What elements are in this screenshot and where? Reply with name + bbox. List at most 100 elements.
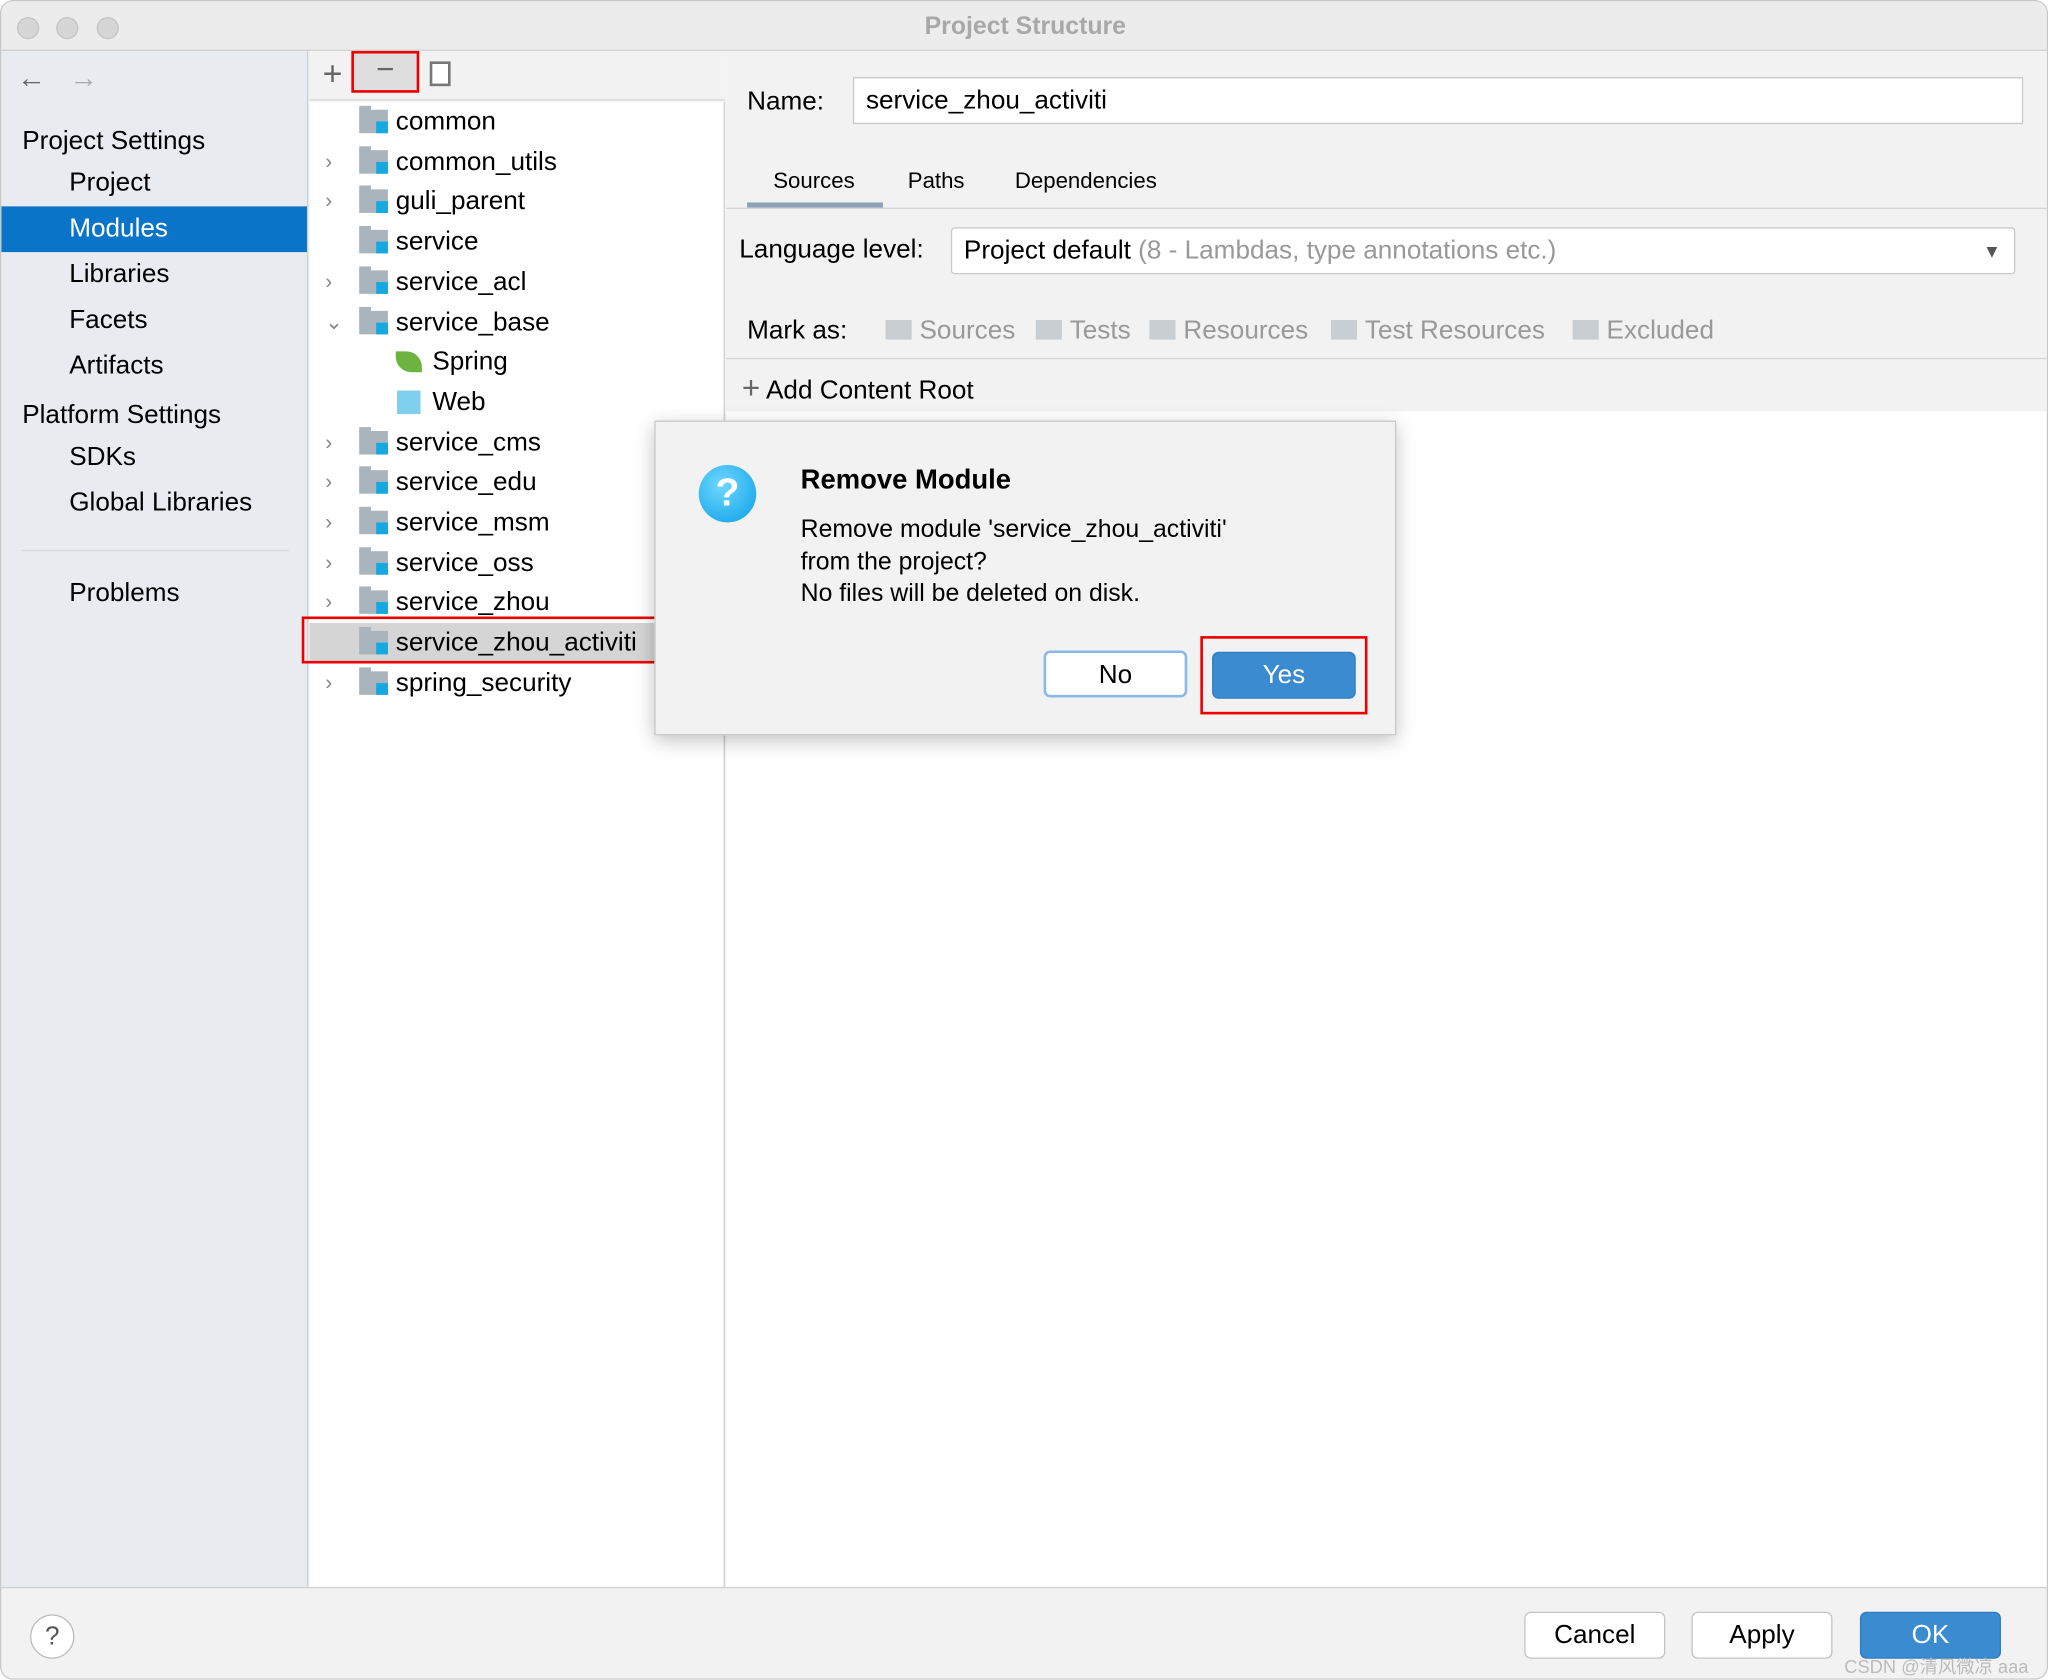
mark-excluded-button[interactable]: Excluded bbox=[1572, 316, 1714, 346]
title-bar: Project Structure bbox=[1, 1, 2047, 51]
sidebar-item-sdks[interactable]: SDKs bbox=[1, 435, 307, 481]
spring-leaf-icon bbox=[395, 351, 422, 373]
tree-item[interactable]: › guli_parent bbox=[310, 182, 725, 222]
tree-item[interactable]: Web bbox=[310, 383, 725, 423]
mark-as-label: Mark as: bbox=[747, 316, 848, 345]
add-icon[interactable]: + bbox=[323, 54, 343, 94]
tab-dependencies[interactable]: Dependencies bbox=[1015, 168, 1157, 194]
tree-item[interactable]: Spring bbox=[310, 342, 725, 382]
ok-button[interactable]: OK bbox=[1859, 1611, 2001, 1659]
tree-item[interactable]: service bbox=[310, 222, 725, 262]
tree-item-label: service bbox=[395, 227, 479, 257]
folder-icon bbox=[885, 319, 912, 340]
mark-tests-button[interactable]: Tests bbox=[1035, 316, 1131, 346]
module-folder-icon bbox=[359, 506, 388, 535]
module-folder-icon bbox=[359, 426, 388, 454]
sidebar-item-problems[interactable]: Problems bbox=[1, 571, 307, 617]
chevron-right-icon[interactable]: › bbox=[325, 543, 332, 583]
tree-item[interactable]: › service_acl bbox=[310, 262, 725, 302]
minus-icon: − bbox=[376, 52, 395, 88]
mark-test-resources-button[interactable]: Test Resources bbox=[1330, 316, 1545, 346]
tab-paths[interactable]: Paths bbox=[908, 168, 965, 194]
chevron-right-icon[interactable]: › bbox=[325, 182, 332, 222]
tree-item-label: Spring bbox=[432, 347, 508, 377]
module-folder-icon bbox=[359, 226, 388, 254]
folder-icon bbox=[1035, 319, 1062, 340]
tree-item-label: guli_parent bbox=[395, 187, 526, 217]
name-input[interactable]: service_zhou_activiti bbox=[852, 77, 2024, 125]
sidebar-item-artifacts[interactable]: Artifacts bbox=[1, 344, 307, 390]
language-level-value: Project default bbox=[963, 236, 1131, 266]
project-structure-window: Project Structure ← → Project Settings P… bbox=[0, 0, 2048, 1680]
dialog-message: Remove module 'service_zhou_activiti' fro… bbox=[800, 515, 1227, 608]
remove-module-dialog: ? Remove Module Remove module 'service_z… bbox=[654, 420, 1397, 736]
sidebar-item-global-libraries[interactable]: Global Libraries bbox=[1, 481, 307, 527]
tree-item[interactable]: ⌄ service_base bbox=[310, 302, 725, 342]
chevron-right-icon[interactable]: › bbox=[325, 663, 332, 703]
sidebar: ← → Project Settings Project Modules Lib… bbox=[1, 50, 309, 1587]
sidebar-item-modules[interactable]: Modules bbox=[1, 206, 307, 253]
chevron-right-icon[interactable]: › bbox=[325, 142, 332, 182]
folder-icon bbox=[1149, 319, 1176, 340]
module-folder-icon bbox=[359, 105, 388, 134]
tree-item-label: Web bbox=[432, 387, 486, 417]
folder-icon bbox=[1330, 319, 1358, 340]
tree-item[interactable]: common bbox=[310, 102, 725, 142]
chevron-down-icon[interactable]: ⌄ bbox=[325, 302, 343, 342]
chevron-right-icon[interactable]: › bbox=[325, 503, 332, 543]
tree-item-label: service_cms bbox=[395, 427, 541, 457]
language-level-label: Language level: bbox=[739, 235, 924, 264]
module-folder-icon bbox=[359, 546, 388, 575]
module-folder-icon bbox=[359, 266, 388, 294]
tree-item-label: service_msm bbox=[395, 508, 550, 537]
module-settings-header: Name: service_zhou_activiti Sources Path… bbox=[726, 50, 2047, 412]
no-button[interactable]: No bbox=[1043, 650, 1188, 698]
web-icon bbox=[397, 390, 421, 414]
remove-module-button[interactable]: − bbox=[351, 50, 420, 93]
divider bbox=[726, 357, 2047, 360]
footer: ? Cancel Apply OK CSDN @清风微凉 aaa bbox=[1, 1586, 2047, 1679]
tab-sources[interactable]: Sources bbox=[773, 168, 854, 194]
chevron-right-icon[interactable]: › bbox=[325, 423, 332, 463]
module-folder-icon bbox=[359, 466, 388, 495]
help-button[interactable]: ? bbox=[30, 1614, 75, 1659]
back-arrow-icon[interactable]: ← bbox=[17, 61, 46, 95]
platform-settings-heading: Platform Settings bbox=[22, 400, 222, 430]
sidebar-item-project[interactable]: Project bbox=[1, 161, 307, 207]
watermark: CSDN @清风微凉 aaa bbox=[1844, 1656, 2029, 1678]
tree-item[interactable]: › common_utils bbox=[310, 142, 725, 182]
tree-item-label: service_oss bbox=[395, 548, 534, 577]
apply-button[interactable]: Apply bbox=[1691, 1611, 1833, 1659]
chevron-right-icon[interactable]: › bbox=[325, 463, 332, 503]
module-tree: common › common_utils › guli_parentservice › s… bbox=[301, 101, 725, 1587]
module-folder-icon bbox=[359, 145, 388, 174]
module-folder-icon bbox=[359, 306, 388, 334]
dropdown-arrow-icon: ▼ bbox=[1982, 240, 2001, 262]
copy-icon[interactable] bbox=[429, 61, 451, 87]
question-icon: ? bbox=[698, 464, 757, 523]
tree-item-label: common_utils bbox=[395, 147, 557, 176]
cancel-button[interactable]: Cancel bbox=[1524, 1611, 1666, 1659]
tree-item-label: service_edu bbox=[395, 467, 537, 497]
sidebar-item-libraries[interactable]: Libraries bbox=[1, 252, 307, 298]
tree-item-label: service_acl bbox=[395, 267, 527, 297]
name-label: Name: bbox=[747, 87, 825, 117]
tree-item-label: common bbox=[395, 107, 496, 136]
folder-icon bbox=[1572, 319, 1599, 340]
yes-button[interactable]: Yes bbox=[1212, 651, 1356, 699]
tree-item-label: spring_security bbox=[395, 668, 572, 698]
plus-icon: + bbox=[741, 370, 761, 407]
forward-arrow-icon[interactable]: → bbox=[69, 61, 98, 95]
mark-sources-button[interactable]: Sources bbox=[885, 316, 1015, 346]
mark-resources-button[interactable]: Resources bbox=[1149, 316, 1308, 346]
language-level-select[interactable]: Project default (8 - Lambdas, type annot… bbox=[950, 227, 2016, 275]
module-folder-icon bbox=[359, 185, 388, 214]
module-folder-icon bbox=[359, 667, 388, 695]
module-toolbar: + − bbox=[309, 50, 725, 101]
chevron-right-icon[interactable]: › bbox=[325, 262, 332, 302]
language-level-hint: (8 - Lambdas, type annotations etc.) bbox=[1138, 236, 1557, 266]
sidebar-item-facets[interactable]: Facets bbox=[1, 298, 307, 344]
add-content-root-button[interactable]: + Add Content Root bbox=[742, 371, 974, 408]
divider bbox=[22, 549, 289, 552]
window-title: Project Structure bbox=[924, 13, 1126, 41]
